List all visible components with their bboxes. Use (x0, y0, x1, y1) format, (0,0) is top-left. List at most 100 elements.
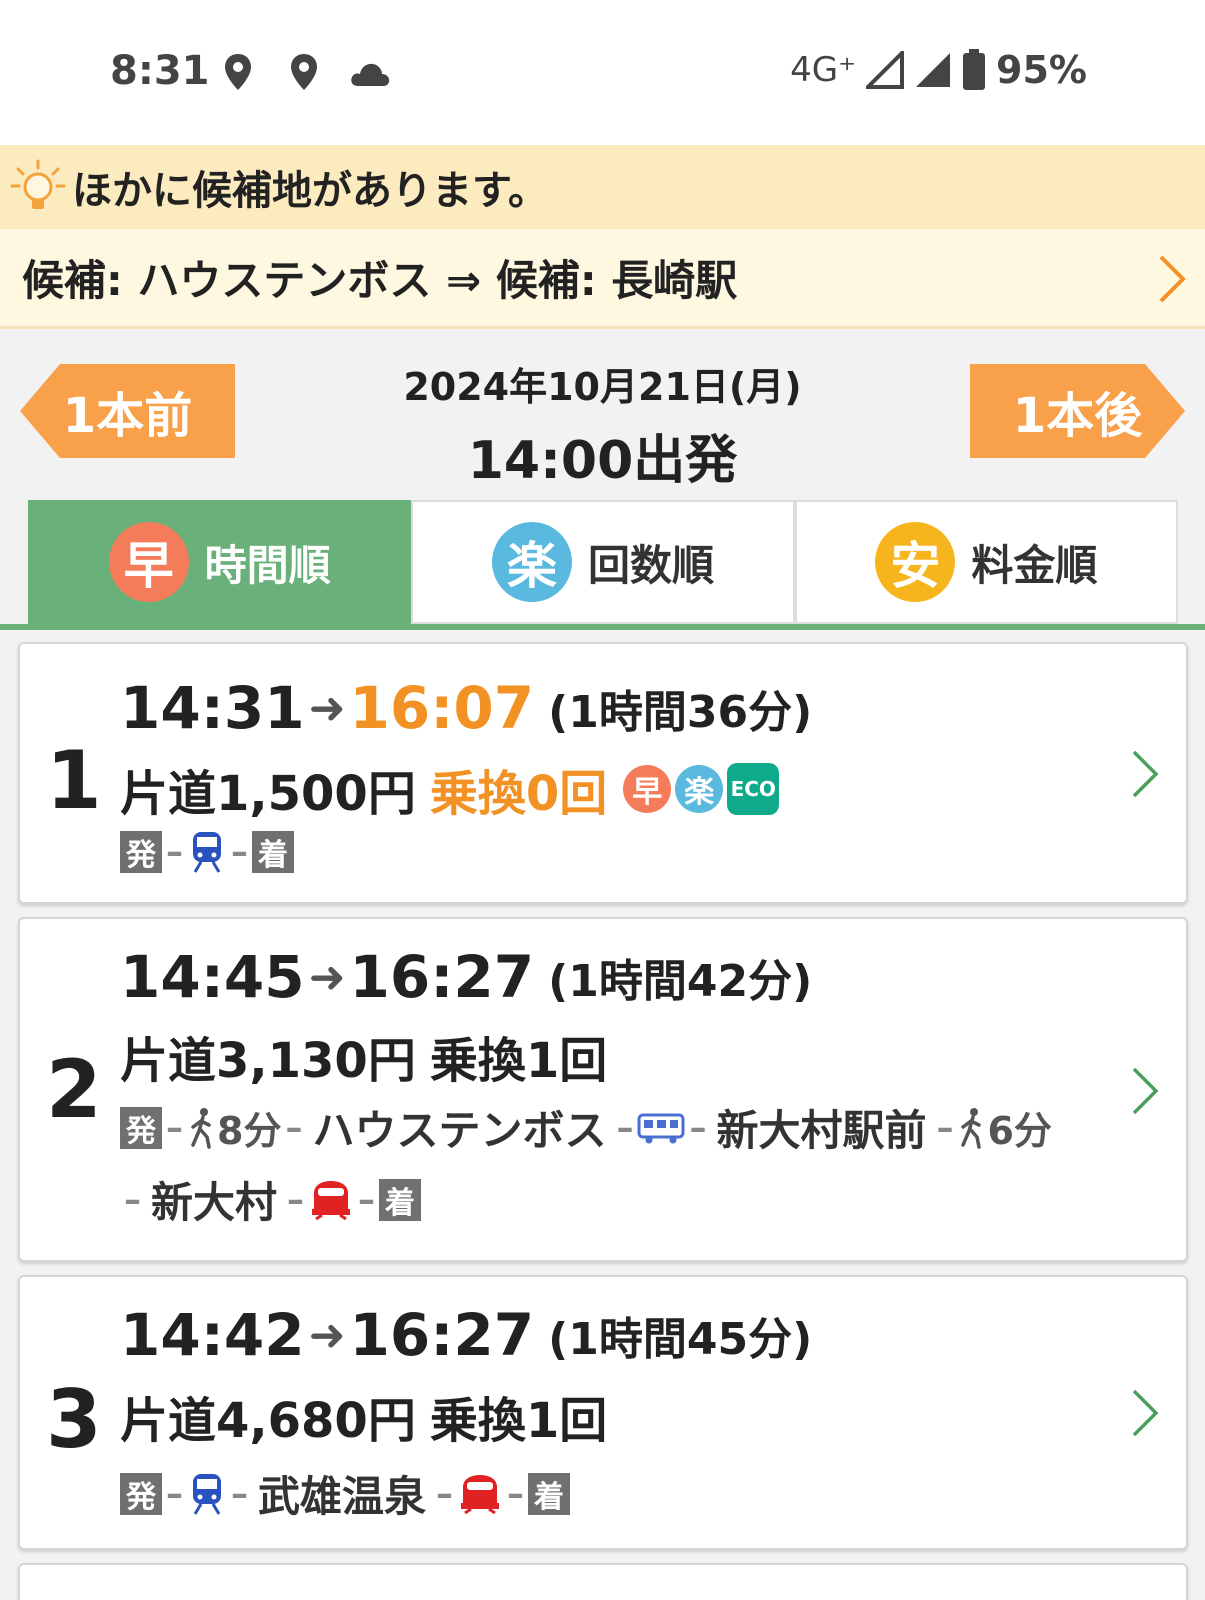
chevron-right-icon (1159, 255, 1186, 303)
train-icon (193, 1473, 221, 1515)
route-card-2[interactable]: 2 14:45 ➜ 16:27 (1時間42分) 片道3,130円 乗換1回 発… (18, 917, 1188, 1262)
depart-box: 発 (120, 831, 162, 873)
leg-dash: – (436, 1473, 454, 1514)
transfer-count: 乗換0回 (429, 766, 608, 822)
alternative-notice-banner: ほかに候補地があります。 (0, 145, 1205, 229)
arrive-time: 16:27 (349, 943, 535, 1011)
fast-badge-icon: 早 (108, 522, 189, 602)
walk-icon (961, 1107, 982, 1149)
depart-box: 発 (120, 1106, 162, 1149)
leg-dash: – (231, 832, 248, 872)
depart-box: 発 (120, 1472, 162, 1515)
leg-dash: – (124, 1179, 141, 1220)
candidate-route-link[interactable]: 候補: ハウステンボス ⇒ 候補: 長崎駅 (0, 229, 1205, 329)
leg-dash: – (689, 1107, 707, 1148)
next-train-label: 1本後 (1012, 388, 1143, 444)
tab-sort-fare[interactable]: 安 料金順 (794, 500, 1178, 624)
fare-amount: 片道3,130円 (120, 1033, 416, 1089)
route-times: 14:31 ➜ 16:07 (1時間36分) (120, 674, 812, 742)
route-fare: 片道4,680円 乗換1回 (120, 1381, 607, 1451)
leg-dash: – (616, 1107, 634, 1148)
sort-tabs: 早 時間順 楽 回数順 安 料金順 (28, 500, 1178, 624)
route-rank: 1 (46, 734, 102, 827)
station-name: ハウステンボス (312, 1106, 607, 1155)
chevron-right-icon (1132, 1389, 1159, 1437)
status-bar: 8:31 4G⁺ 95% (0, 0, 1205, 145)
route-card-3[interactable]: 3 14:42 ➜ 16:27 (1時間45分) 片道4,680円 乗換1回 発… (18, 1275, 1188, 1550)
route-legs: 発 – – 武雄温泉 – – 着 (120, 1463, 571, 1524)
network-type: 4G⁺ (790, 50, 857, 90)
bus-icon (637, 1113, 685, 1143)
departure-time: 14:00出発 (467, 431, 738, 491)
duration: (1時間36分) (548, 687, 813, 738)
leg-dash: – (936, 1107, 954, 1148)
route-legs: 発 – 8分 – ハウステンボス – – 新大村駅前 – 6分 (120, 1097, 1052, 1158)
station-name: 武雄温泉 (258, 1472, 427, 1521)
notice-text: ほかに候補地があります。 (72, 168, 548, 214)
cloud-icon (351, 63, 390, 86)
route-legs: 発 – – 着 (120, 830, 294, 874)
walk-duration: 8分 (217, 1109, 282, 1153)
leg-dash: – (287, 1179, 305, 1220)
arrow-right-icon: ➜ (308, 1309, 346, 1361)
route-times: 14:45 ➜ 16:27 (1時間42分) (120, 943, 812, 1011)
previous-train-label: 1本前 (62, 388, 193, 444)
status-time: 8:31 (110, 48, 210, 94)
signal-icon (866, 51, 905, 89)
train-icon (193, 832, 221, 873)
previous-train-button[interactable]: 1本前 (20, 364, 235, 458)
eco-badge-icon: ECO (727, 763, 780, 815)
leg-dash: – (358, 1179, 376, 1220)
tab-sort-transfers[interactable]: 楽 回数順 (411, 500, 795, 624)
arrive-time: 16:07 (349, 674, 535, 742)
route-card-4-partial[interactable] (18, 1563, 1188, 1600)
leg-dash: – (507, 1473, 525, 1514)
bullet-train-icon (461, 1474, 500, 1514)
search-date: 2024年10月21日(月) (403, 365, 802, 409)
leg-dash: – (166, 1473, 183, 1514)
chevron-right-icon (1132, 750, 1159, 798)
bullet-train-icon (312, 1180, 351, 1220)
easy-badge-icon: 楽 (675, 765, 724, 813)
tabs-underline (0, 624, 1205, 630)
leg-dash: – (231, 1473, 248, 1514)
candidate-text: 候補: ハウステンボス ⇒ 候補: 長崎駅 (22, 256, 738, 305)
lightbulb-icon (10, 159, 66, 209)
fast-badge-icon: 早 (623, 765, 672, 813)
station-name: 新大村駅前 (716, 1106, 927, 1155)
fare-amount: 片道1,500円 (120, 766, 416, 822)
duration: (1時間42分) (548, 956, 813, 1007)
depart-time: 14:45 (120, 943, 305, 1011)
leg-dash: – (285, 1107, 303, 1148)
fare-amount: 片道4,680円 (120, 1393, 416, 1449)
arrive-box: 着 (252, 831, 294, 873)
duration: (1時間45分) (548, 1314, 813, 1365)
arrow-right-icon: ➜ (308, 682, 346, 734)
route-times: 14:42 ➜ 16:27 (1時間45分) (120, 1301, 812, 1369)
battery-icon (963, 49, 986, 90)
depart-time: 14:31 (120, 674, 305, 742)
leg-dash: – (166, 832, 183, 872)
location-icon (291, 54, 317, 90)
cheap-badge-icon: 安 (875, 522, 956, 602)
easy-badge-icon: 楽 (491, 522, 572, 602)
walk-duration: 6分 (987, 1109, 1052, 1153)
arrow-right-icon: ➜ (308, 951, 346, 1003)
tab-label: 回数順 (587, 540, 714, 590)
tab-label: 時間順 (204, 540, 331, 590)
tab-label: 料金順 (971, 540, 1098, 590)
route-legs-continued: – 新大村 – – 着 (120, 1169, 422, 1230)
location-icon (225, 54, 251, 90)
next-train-button[interactable]: 1本後 (970, 364, 1185, 458)
arrive-box: 着 (528, 1472, 571, 1515)
route-fare: 片道1,500円 乗換0回 早 楽 ECO (120, 754, 780, 824)
leg-dash: – (166, 1107, 183, 1148)
route-card-1[interactable]: 1 14:31 ➜ 16:07 (1時間36分) 片道1,500円 乗換0回 早… (18, 642, 1188, 904)
route-fare: 片道3,130円 乗換1回 (120, 1021, 607, 1091)
tab-sort-time[interactable]: 早 時間順 (28, 500, 412, 624)
arrive-box: 着 (379, 1178, 422, 1221)
route-rank: 2 (46, 1043, 102, 1136)
station-name: 新大村 (151, 1178, 278, 1227)
signal-icon (916, 53, 951, 87)
walk-icon (191, 1107, 211, 1149)
